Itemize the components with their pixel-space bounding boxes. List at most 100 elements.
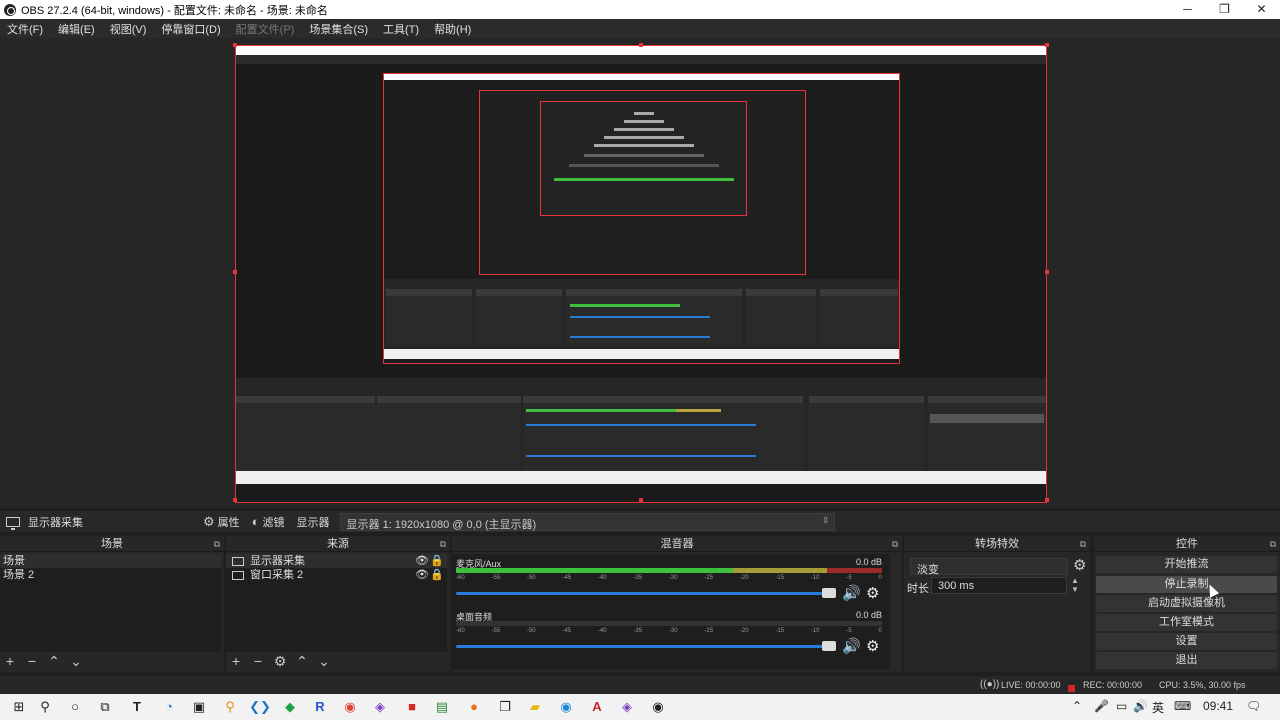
eye-icon[interactable]: 👁: [415, 568, 429, 582]
menu-tools[interactable]: 工具(T): [376, 21, 427, 37]
transition-select[interactable]: 淡变: [910, 558, 1068, 576]
gear-icon[interactable]: ⚙: [1073, 556, 1086, 574]
notification-icon[interactable]: 🗨: [1246, 699, 1261, 713]
volume-knob[interactable]: [822, 588, 836, 598]
sources-list[interactable]: 显示器采集 👁 🔒 窗口采集 2 👁 🔒: [226, 554, 447, 652]
add-icon[interactable]: +: [2, 653, 18, 670]
transform-handle[interactable]: [1045, 498, 1049, 502]
menu-docks[interactable]: 停靠窗口(D): [154, 21, 228, 37]
maximize-button[interactable]: ❐: [1206, 0, 1243, 19]
exit-button[interactable]: 退出: [1096, 652, 1277, 669]
gear-icon[interactable]: ⚙: [272, 653, 288, 670]
app-red-icon[interactable]: ■: [401, 697, 423, 717]
filters-button[interactable]: ◐ 滤镜: [252, 514, 285, 530]
lock-icon[interactable]: 🔒: [430, 568, 444, 582]
menu-scene-collection[interactable]: 场景集合(S): [302, 21, 376, 37]
menu-edit[interactable]: 编辑(E): [51, 21, 103, 37]
mixer-channel-mic: 麦克风/Aux 0.0 dB -60 -55 -50 -45 -40 -35 -30 -25-…: [456, 557, 882, 603]
eye-icon[interactable]: 👁: [415, 554, 429, 568]
acrobat-icon[interactable]: A: [586, 697, 608, 717]
move-up-icon[interactable]: ⌃: [294, 653, 310, 670]
windows-start-icon[interactable]: ⊞: [8, 697, 30, 717]
mic-icon[interactable]: 🎤: [1094, 699, 1109, 713]
firefox-icon[interactable]: ●: [463, 697, 485, 717]
float-dock-icon[interactable]: ⧉: [440, 536, 446, 552]
float-dock-icon[interactable]: ⧉: [1080, 536, 1086, 552]
volume-slider[interactable]: [456, 645, 828, 648]
settings-button[interactable]: 设置: [1096, 633, 1277, 650]
float-dock-icon[interactable]: ⧉: [892, 536, 898, 552]
transform-handle[interactable]: [639, 43, 643, 47]
transform-handle[interactable]: [233, 43, 237, 47]
menu-help[interactable]: 帮助(H): [427, 21, 479, 37]
visual-studio-2-icon[interactable]: ◈: [616, 697, 638, 717]
display-select[interactable]: 显示器 1: 1920x1080 @ 0,0 (主显示器) ⇳: [339, 512, 835, 531]
float-dock-icon[interactable]: ⧉: [214, 536, 220, 552]
source-item[interactable]: 显示器采集 👁 🔒: [226, 554, 447, 568]
cortana-icon[interactable]: ○: [64, 697, 86, 717]
properties-button[interactable]: ⚙ 属性: [203, 514, 240, 530]
chrome-icon[interactable]: ◉: [339, 697, 361, 717]
volume-knob[interactable]: [822, 641, 836, 651]
stop-recording-button[interactable]: 停止录制: [1096, 576, 1277, 593]
start-streaming-button[interactable]: 开始推流: [1096, 556, 1277, 573]
source-item[interactable]: 窗口采集 2 👁 🔒: [226, 568, 447, 582]
transform-handle[interactable]: [233, 270, 237, 274]
gear-icon[interactable]: ⚙: [866, 584, 879, 602]
chevron-up-icon[interactable]: ⌃: [1072, 699, 1082, 713]
tick-label: -5: [846, 575, 852, 581]
scene-item[interactable]: 场景: [0, 554, 221, 568]
remove-icon[interactable]: −: [24, 653, 40, 670]
app-chart-icon[interactable]: ▤: [431, 697, 453, 717]
scene-item[interactable]: 场景 2: [0, 568, 221, 582]
preview-area[interactable]: [0, 38, 1280, 508]
move-down-icon[interactable]: ⌄: [68, 653, 84, 670]
network-icon[interactable]: ▭: [1116, 699, 1127, 713]
clock-time[interactable]: 09:41: [1203, 699, 1233, 713]
search-icon[interactable]: ⚲: [34, 697, 56, 717]
menu-view[interactable]: 视图(V): [103, 21, 155, 37]
rstudio-icon[interactable]: R: [309, 697, 331, 717]
speaker-icon[interactable]: 🔊: [842, 584, 861, 602]
transform-handle[interactable]: [1045, 270, 1049, 274]
vscode-icon[interactable]: ❮❯: [249, 697, 271, 717]
visual-studio-icon[interactable]: ◈: [369, 697, 391, 717]
app-green-icon[interactable]: ◆: [279, 697, 301, 717]
volume-slider[interactable]: [456, 592, 828, 595]
app-screen-icon[interactable]: ▣: [188, 697, 210, 717]
scenes-list[interactable]: 场景 场景 2: [0, 554, 221, 652]
gear-icon[interactable]: ⚙: [866, 637, 879, 655]
duration-spinner[interactable]: ▲ ▼: [1071, 576, 1079, 594]
duration-input[interactable]: 300 ms: [931, 577, 1067, 594]
move-up-icon[interactable]: ⌃: [46, 653, 62, 670]
float-dock-icon[interactable]: ⧉: [1270, 536, 1276, 552]
menu-file[interactable]: 文件(F): [0, 21, 51, 37]
studio-mode-button[interactable]: 工作室模式: [1096, 614, 1277, 631]
app-search-orange-icon[interactable]: ⚲: [219, 697, 241, 717]
speaker-icon[interactable]: 🔊: [842, 637, 861, 655]
capture-sources-dock: [377, 396, 521, 482]
menu-profile[interactable]: 配置文件(P): [229, 21, 303, 37]
task-view-icon[interactable]: ⧉: [94, 697, 116, 717]
app-t-icon[interactable]: T: [126, 697, 148, 717]
remove-icon[interactable]: −: [250, 653, 266, 670]
start-virtual-camera-button[interactable]: 启动虚拟摄像机: [1096, 595, 1277, 612]
app-window-icon[interactable]: ❐: [494, 697, 516, 717]
transform-handle[interactable]: [1045, 43, 1049, 47]
file-explorer-icon[interactable]: ▰: [524, 697, 546, 717]
minimize-button[interactable]: ─: [1169, 0, 1206, 19]
preview-capture-frame[interactable]: [235, 45, 1047, 503]
move-down-icon[interactable]: ⌄: [316, 653, 332, 670]
ime-icon[interactable]: ⌨: [1174, 699, 1191, 713]
add-icon[interactable]: +: [228, 653, 244, 670]
obs-taskbar-icon[interactable]: ◉: [647, 697, 669, 717]
app-chat-icon[interactable]: ◔: [158, 697, 180, 717]
transform-handle[interactable]: [233, 498, 237, 502]
transform-handle[interactable]: [639, 498, 643, 502]
capture-taskbar: [236, 471, 1046, 484]
input-language[interactable]: 英: [1152, 699, 1164, 716]
edge-icon[interactable]: ◉: [555, 697, 577, 717]
close-button[interactable]: ✕: [1243, 0, 1280, 19]
lock-icon[interactable]: 🔒: [430, 554, 444, 568]
volume-icon[interactable]: 🔊: [1133, 699, 1148, 713]
